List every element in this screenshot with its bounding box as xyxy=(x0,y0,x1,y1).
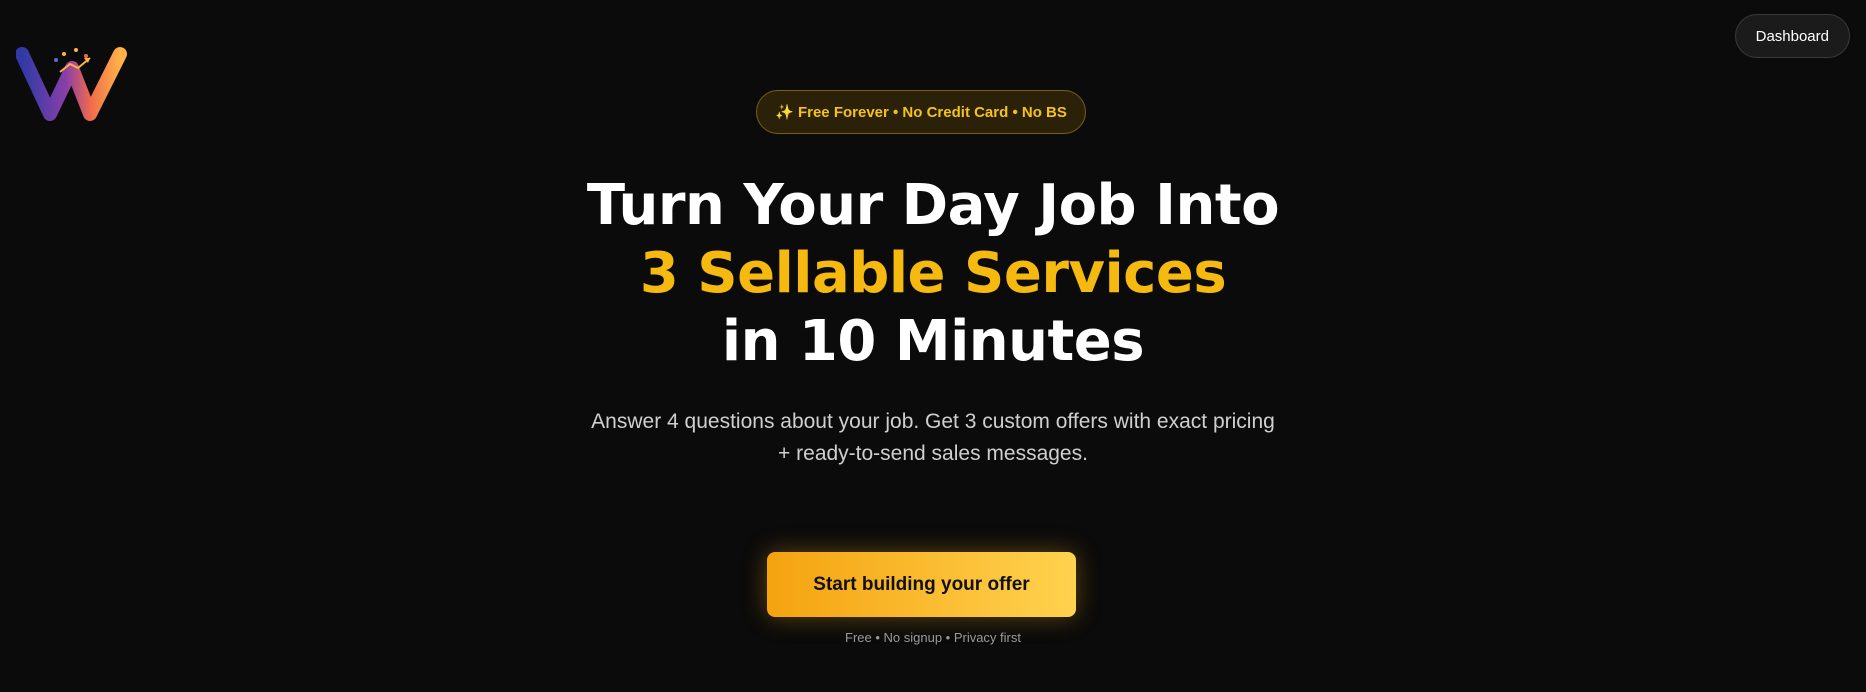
headline-line-1: Turn Your Day Job Into xyxy=(586,173,1280,238)
headline-line-3: in 10 Minutes xyxy=(721,309,1145,374)
hero-subtitle: Answer 4 questions about your job. Get 3… xyxy=(591,410,1275,465)
cta-note: Free • No signup • Privacy first xyxy=(845,630,1021,645)
dashboard-button[interactable]: Dashboard xyxy=(1734,14,1850,58)
promo-badge: ✨ Free Forever • No Credit Card • No BS xyxy=(756,90,1086,134)
headline-accent: 3 Sellable Services xyxy=(639,241,1227,306)
start-building-button[interactable]: Start building your offer xyxy=(767,552,1076,617)
landing-page: Dashboard ✨ Free Forever • No Credit Car… xyxy=(0,0,1866,692)
hero-headline: Turn Your Day Job Into 3 Sellable Servic… xyxy=(0,172,1866,376)
brand-logo-icon[interactable] xyxy=(15,46,130,124)
